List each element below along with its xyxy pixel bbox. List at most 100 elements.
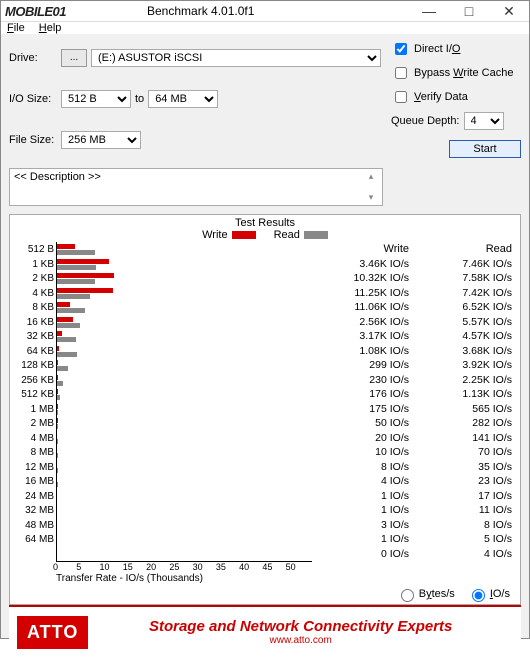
start-button[interactable]: Start bbox=[449, 140, 521, 158]
read-bar bbox=[57, 424, 58, 429]
write-value: 175 IO/s bbox=[312, 402, 409, 417]
y-label: 32 MB bbox=[12, 504, 56, 519]
y-label: 4 MB bbox=[12, 432, 56, 447]
y-label: 2 KB bbox=[12, 272, 56, 287]
queue-depth-select[interactable]: 4 bbox=[464, 112, 504, 130]
write-value: 10.32K IO/s bbox=[312, 271, 409, 286]
write-bar bbox=[57, 360, 58, 365]
read-value: 3.92K IO/s bbox=[415, 358, 512, 373]
menu-file[interactable]: File bbox=[7, 22, 25, 34]
bar-row bbox=[57, 518, 312, 533]
read-bar bbox=[57, 323, 80, 328]
write-value: 11.06K IO/s bbox=[312, 300, 409, 315]
description-placeholder: << Description >> bbox=[14, 171, 101, 203]
bar-row bbox=[57, 358, 312, 373]
write-bar bbox=[57, 302, 70, 307]
menu-help[interactable]: Help bbox=[39, 22, 62, 34]
bar-row bbox=[57, 271, 312, 286]
verify-data-checkbox[interactable]: Verify Data bbox=[391, 88, 521, 106]
description-scrollbar[interactable]: ▴▾ bbox=[364, 171, 378, 203]
bar-row bbox=[57, 344, 312, 359]
read-swatch bbox=[304, 231, 328, 239]
read-value: 141 IO/s bbox=[415, 431, 512, 446]
iosize-to-select[interactable]: 64 MB bbox=[148, 90, 218, 108]
write-bar bbox=[57, 317, 73, 322]
y-label: 8 KB bbox=[12, 301, 56, 316]
filesize-select[interactable]: 256 MB bbox=[61, 131, 141, 149]
filesize-label: File Size: bbox=[9, 134, 61, 146]
queue-depth-label: Queue Depth: bbox=[391, 115, 460, 127]
iosize-from-select[interactable]: 512 B bbox=[61, 90, 131, 108]
direct-io-checkbox[interactable]: Direct I/O bbox=[391, 40, 521, 58]
bar-row bbox=[57, 431, 312, 446]
write-value: 3 IO/s bbox=[312, 518, 409, 533]
footer-tagline: Storage and Network Connectivity Experts bbox=[88, 618, 513, 635]
bar-row bbox=[57, 503, 312, 518]
read-bar bbox=[57, 337, 76, 342]
write-value: 3.17K IO/s bbox=[312, 329, 409, 344]
write-value: 176 IO/s bbox=[312, 387, 409, 402]
write-value: 299 IO/s bbox=[312, 358, 409, 373]
drive-label: Drive: bbox=[9, 52, 61, 64]
read-value: 4 IO/s bbox=[415, 547, 512, 562]
y-label: 1 KB bbox=[12, 258, 56, 273]
maximize-button[interactable]: □ bbox=[449, 1, 489, 21]
y-label: 12 MB bbox=[12, 461, 56, 476]
read-value: 8 IO/s bbox=[415, 518, 512, 533]
bar-row bbox=[57, 257, 312, 272]
bar-row bbox=[57, 416, 312, 431]
write-value: 50 IO/s bbox=[312, 416, 409, 431]
x-axis-ticks: 05101520253035404550 bbox=[56, 561, 312, 572]
description-box[interactable]: << Description >> ▴▾ bbox=[9, 168, 383, 206]
read-bar bbox=[57, 294, 90, 299]
write-swatch bbox=[232, 231, 256, 239]
close-button[interactable]: ✕ bbox=[489, 1, 529, 21]
read-value: 7.58K IO/s bbox=[415, 271, 512, 286]
footer: ATTO Storage and Network Connectivity Ex… bbox=[9, 605, 521, 657]
write-value: 2.56K IO/s bbox=[312, 315, 409, 330]
y-label: 64 KB bbox=[12, 345, 56, 360]
write-bar bbox=[57, 375, 58, 380]
read-bar bbox=[57, 265, 96, 270]
drive-browse-button[interactable]: ... bbox=[61, 49, 87, 67]
unit-bytes-radio[interactable]: Bytes/s bbox=[396, 586, 455, 602]
to-label: to bbox=[135, 93, 144, 105]
bar-row bbox=[57, 373, 312, 388]
read-value: 4.57K IO/s bbox=[415, 329, 512, 344]
bar-row bbox=[57, 402, 312, 417]
write-value: 10 IO/s bbox=[312, 445, 409, 460]
minimize-button[interactable]: — bbox=[409, 1, 449, 21]
results-panel: Test Results Write Read 512 B1 KB2 KB4 K… bbox=[9, 214, 521, 605]
read-value: 3.68K IO/s bbox=[415, 344, 512, 359]
write-value: 1 IO/s bbox=[312, 489, 409, 504]
bypass-write-cache-checkbox[interactable]: Bypass Write Cache bbox=[391, 64, 521, 82]
bar-row bbox=[57, 300, 312, 315]
bar-row bbox=[57, 315, 312, 330]
bar-row bbox=[57, 445, 312, 460]
read-value: 7.42K IO/s bbox=[415, 286, 512, 301]
read-value: 7.46K IO/s bbox=[415, 257, 512, 272]
y-label: 512 B bbox=[12, 243, 56, 258]
atto-logo: ATTO bbox=[17, 616, 88, 649]
read-value: 5 IO/s bbox=[415, 532, 512, 547]
write-bar bbox=[57, 273, 114, 278]
read-value: 35 IO/s bbox=[415, 460, 512, 475]
write-value: 0 IO/s bbox=[312, 547, 409, 562]
read-bar bbox=[57, 250, 95, 255]
watermark-logo: MOBILE01 bbox=[5, 1, 145, 21]
titlebar: MOBILE01 Benchmark 4.01.0f1 — □ ✕ bbox=[1, 1, 529, 22]
write-bar bbox=[57, 259, 109, 264]
read-bar bbox=[57, 352, 77, 357]
read-bar bbox=[57, 410, 58, 415]
write-bar bbox=[57, 389, 58, 394]
bar-row bbox=[57, 329, 312, 344]
read-value: 1.13K IO/s bbox=[415, 387, 512, 402]
y-label: 48 MB bbox=[12, 519, 56, 534]
unit-io-radio[interactable]: IO/s bbox=[467, 586, 510, 602]
drive-select[interactable]: (E:) ASUSTOR iSCSI bbox=[91, 49, 381, 67]
window-title: Benchmark 4.01.0f1 bbox=[147, 4, 409, 18]
y-label: 8 MB bbox=[12, 446, 56, 461]
read-value: 17 IO/s bbox=[415, 489, 512, 504]
iosize-label: I/O Size: bbox=[9, 93, 61, 105]
write-value: 230 IO/s bbox=[312, 373, 409, 388]
